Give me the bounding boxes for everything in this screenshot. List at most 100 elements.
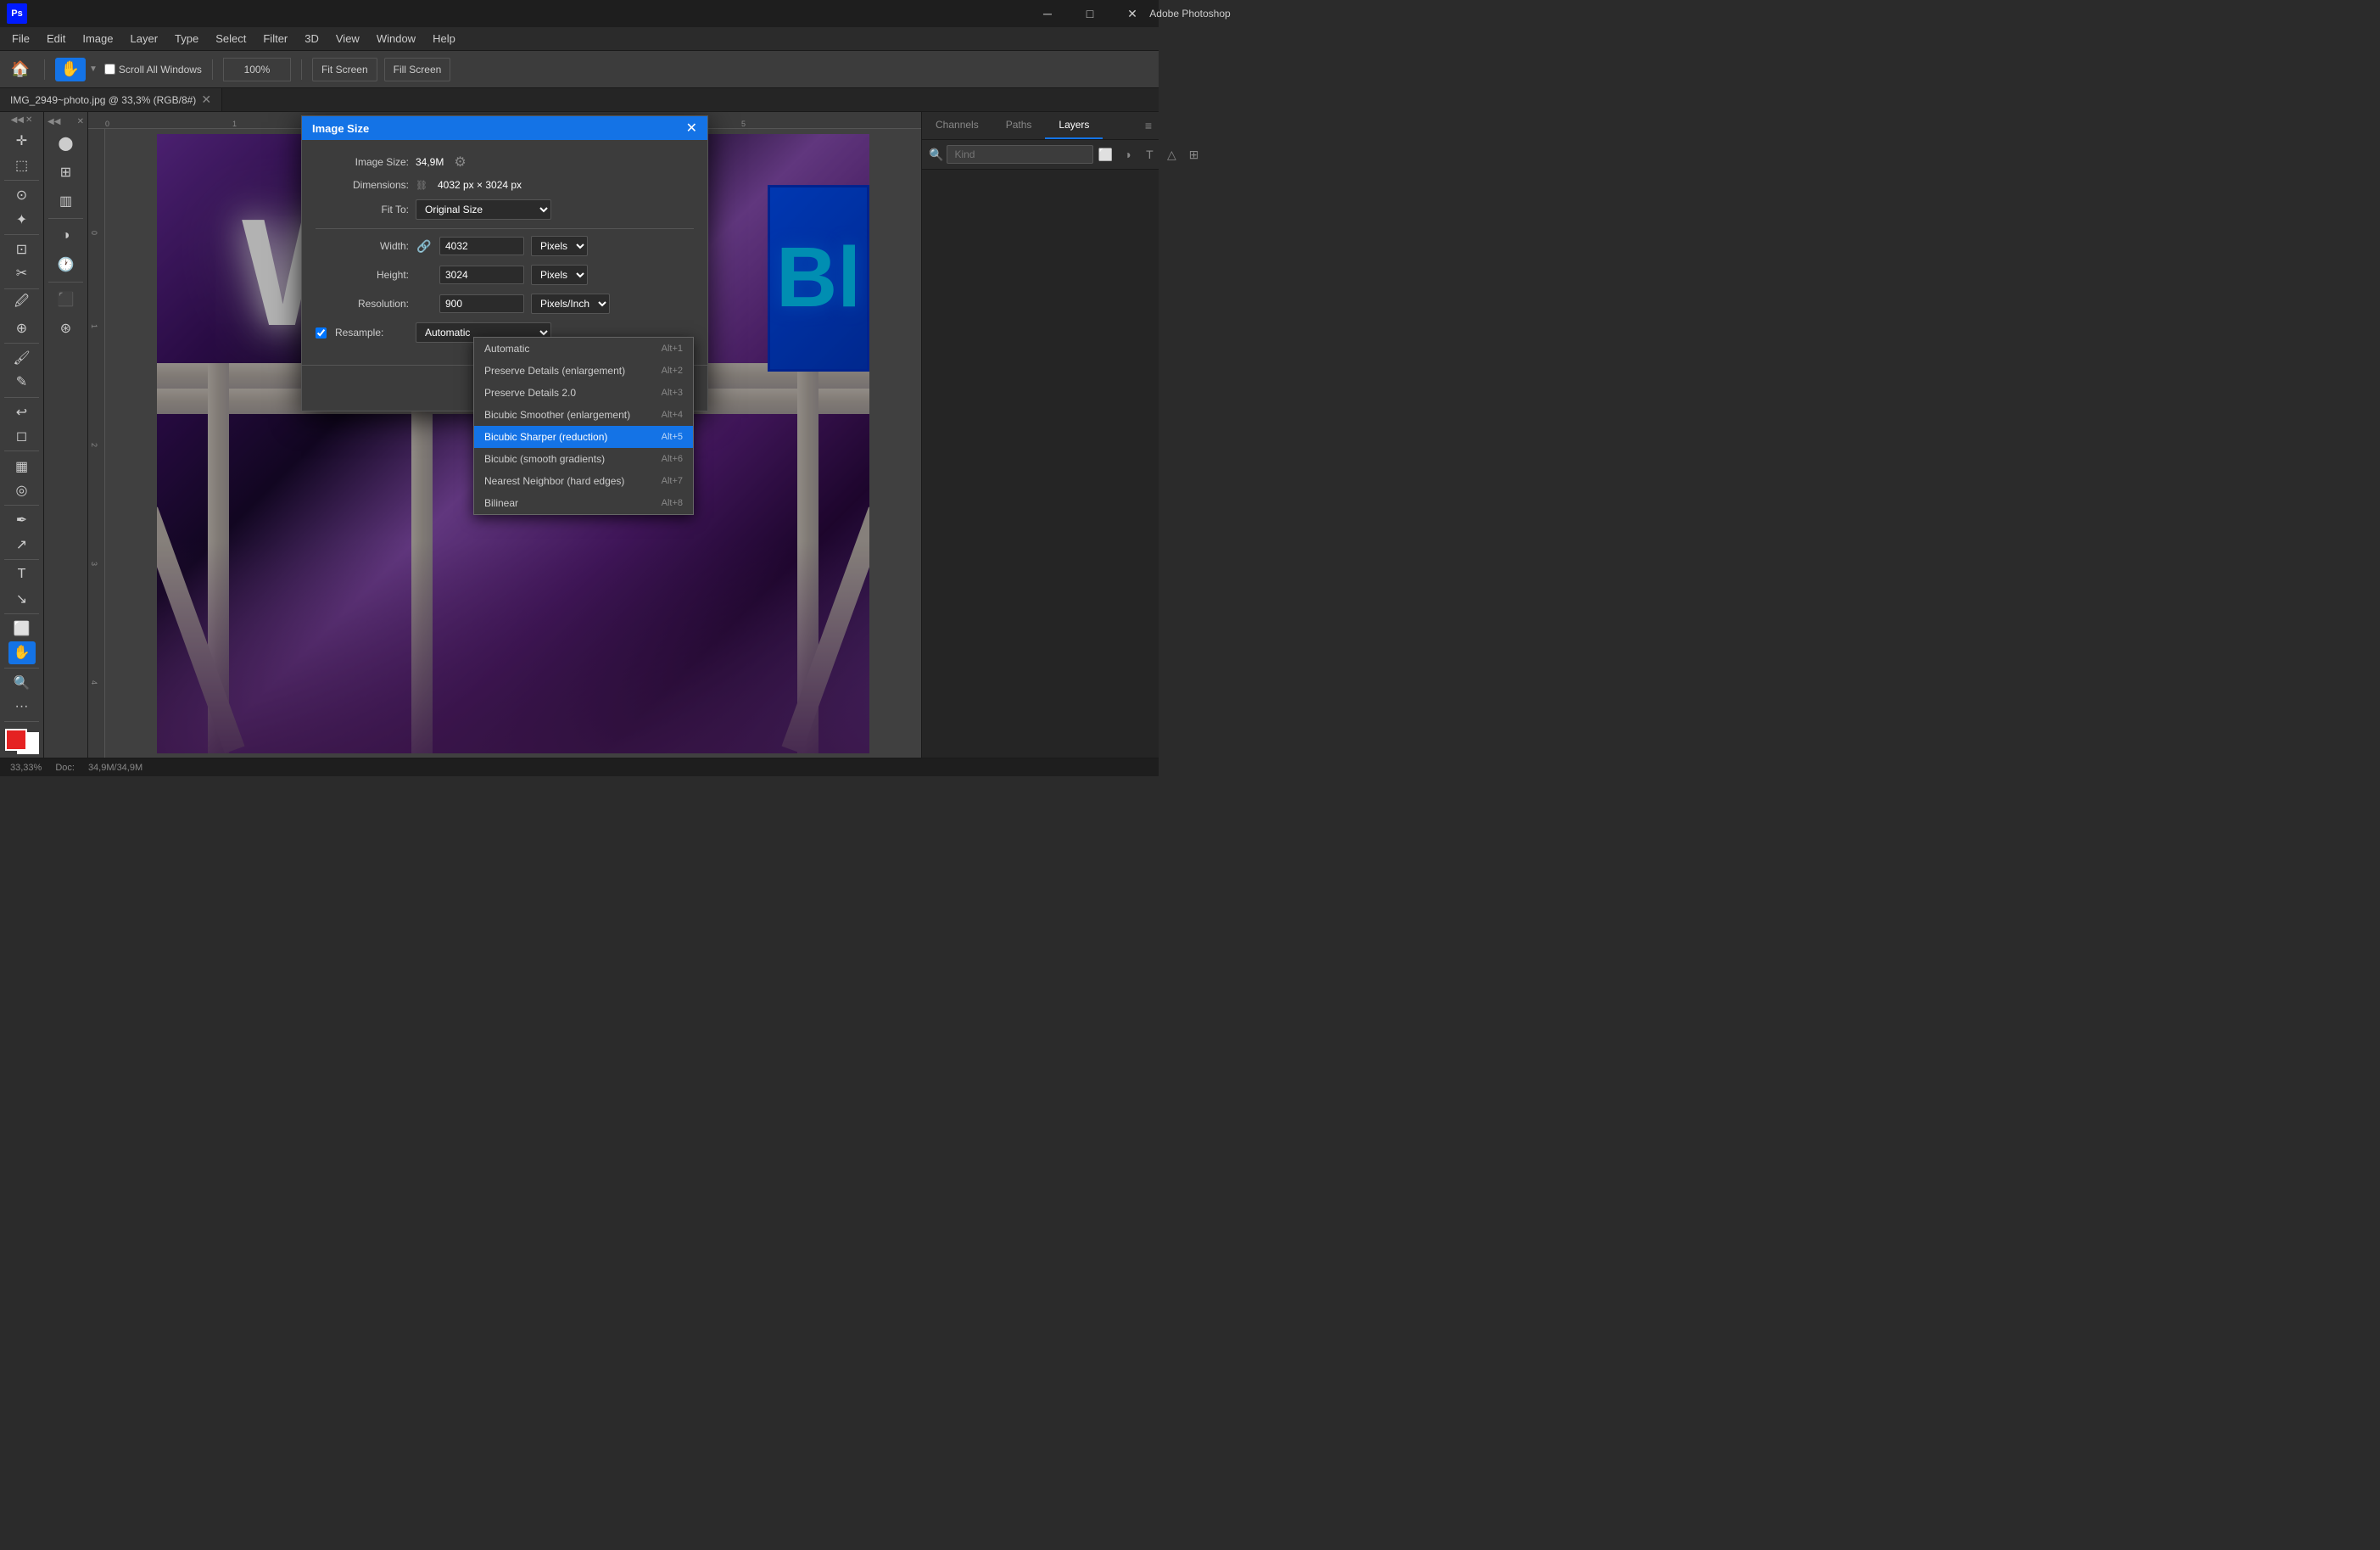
lasso-tool-btn[interactable]: ⊙ — [8, 184, 36, 206]
swatches-btn[interactable]: ⊞ — [53, 159, 80, 186]
adjustments-btn[interactable]: ◑ — [53, 222, 80, 249]
ruler-v-mark-3: 3 — [90, 562, 98, 566]
direct-selection-btn[interactable]: ↘ — [8, 587, 36, 609]
home-button[interactable]: 🏠 — [7, 56, 34, 83]
dd-item-bicubic-smooth[interactable]: Bicubic (smooth gradients) Alt+6 — [474, 448, 693, 470]
resample-checkbox[interactable] — [316, 327, 327, 339]
foreground-color-swatch[interactable] — [5, 729, 27, 751]
fill-screen-button[interactable]: Fill Screen — [384, 58, 451, 81]
zoom-input[interactable] — [223, 58, 291, 81]
smart-filter-icon[interactable]: ⊞ — [1185, 146, 1202, 163]
menu-item-filter[interactable]: Filter — [254, 29, 296, 48]
link-icon[interactable]: 🔗 — [416, 238, 433, 255]
canvas-area[interactable]: 0 1 2 3 4 5 0 1 2 3 4 — [88, 112, 921, 758]
menu-item-file[interactable]: File — [3, 29, 38, 48]
dd-label-bicubic-smooth: Bicubic (smooth gradients) — [484, 453, 605, 465]
eyedropper-btn[interactable]: 🖉 — [8, 292, 36, 315]
zoom-tool-btn[interactable]: 🔍 — [8, 671, 36, 693]
scroll-all-windows-label[interactable]: Scroll All Windows — [104, 64, 202, 76]
menu-item-image[interactable]: Image — [74, 29, 121, 48]
dd-label-bicubic-sharper: Bicubic Sharper (reduction) — [484, 431, 607, 443]
fit-screen-button[interactable]: Fit Screen — [312, 58, 377, 81]
maximize-button[interactable]: □ — [1070, 0, 1109, 27]
menu-item-layer[interactable]: Layer — [122, 29, 167, 48]
height-unit-select[interactable]: Pixels — [531, 265, 588, 285]
pen-tool-btn[interactable]: ✒ — [8, 509, 36, 531]
tool-separator-3 — [4, 288, 39, 289]
dd-item-nearest[interactable]: Nearest Neighbor (hard edges) Alt+7 — [474, 470, 693, 492]
ruler-mark-1: 1 — [232, 120, 237, 128]
toolbox-collapse: ◀◀ ✕ — [11, 115, 33, 125]
tab-paths[interactable]: Paths — [992, 112, 1046, 139]
dd-item-preserve1[interactable]: Preserve Details (enlargement) Alt+2 — [474, 360, 693, 382]
color-picker-secondary-btn[interactable]: ⬤ — [53, 130, 80, 157]
dd-item-bicubic-smoother[interactable]: Bicubic Smoother (enlargement) Alt+4 — [474, 404, 693, 426]
libraries-btn[interactable]: ⊛ — [53, 315, 80, 342]
extra-tools-btn[interactable]: ··· — [8, 696, 36, 718]
width-unit-select[interactable]: Pixels — [531, 236, 588, 256]
marquee-tool-btn[interactable]: ⬚ — [8, 154, 36, 176]
shape-tool-btn[interactable]: ⬜ — [8, 618, 36, 640]
menu-item-3d[interactable]: 3D — [296, 29, 327, 48]
document-tab[interactable]: IMG_2949~photo.jpg @ 33,3% (RGB/8#) ✕ — [0, 88, 222, 111]
text-tool-btn[interactable]: T — [8, 563, 36, 585]
secondary-panel-collapse-icon[interactable]: ◀◀ — [47, 117, 60, 126]
pixel-filter-icon[interactable]: ⬜ — [1097, 146, 1114, 163]
height-input[interactable] — [439, 266, 524, 284]
menu-item-view[interactable]: View — [327, 29, 368, 48]
hand-toolbox-btn[interactable]: ✋ — [8, 641, 36, 663]
dd-item-bilinear[interactable]: Bilinear Alt+8 — [474, 492, 693, 514]
close-button[interactable]: ✕ — [1113, 0, 1152, 27]
magic-wand-btn[interactable]: ✦ — [8, 208, 36, 230]
dd-item-bicubic-sharper[interactable]: Bicubic Sharper (reduction) Alt+5 — [474, 426, 693, 448]
path-selection-btn[interactable]: ↗ — [8, 534, 36, 556]
menu-item-window[interactable]: Window — [368, 29, 424, 48]
width-input[interactable] — [439, 237, 524, 255]
hand-tool-btn[interactable]: ✋ — [55, 58, 86, 81]
scroll-all-windows-checkbox[interactable] — [104, 64, 115, 75]
crop-tool-btn[interactable]: ⊡ — [8, 238, 36, 260]
modal-close-button[interactable]: ✕ — [686, 120, 697, 137]
slice-tool-btn[interactable]: ✂ — [8, 262, 36, 284]
artboards-btn[interactable]: ⬛ — [53, 286, 80, 313]
move-tool-btn[interactable]: ✛ — [8, 130, 36, 152]
healing-brush-btn[interactable]: ⊕ — [8, 316, 36, 339]
brush-tool-btn[interactable]: 🖌 — [8, 347, 36, 369]
blur-btn[interactable]: ◎ — [8, 479, 36, 501]
resolution-input[interactable] — [439, 294, 524, 313]
text-filter-icon[interactable]: T — [1141, 146, 1158, 163]
menu-item-edit[interactable]: Edit — [38, 29, 74, 48]
height-label: Height: — [316, 269, 409, 281]
dd-item-preserve2[interactable]: Preserve Details 2.0 Alt+3 — [474, 382, 693, 404]
fit-to-select[interactable]: Original Size — [416, 199, 551, 220]
adjustment-filter-icon[interactable]: ◑ — [1119, 146, 1136, 163]
history-btn[interactable]: 🕐 — [53, 251, 80, 278]
tool-dropdown-arrow[interactable]: ▼ — [89, 64, 98, 74]
gradient-btn[interactable]: ▦ — [8, 455, 36, 477]
clone-stamp-btn[interactable]: ✎ — [8, 371, 36, 393]
menu-item-help[interactable]: Help — [424, 29, 464, 48]
close-toolbox-icon[interactable]: ✕ — [25, 115, 32, 125]
gradients-btn[interactable]: ▥ — [53, 187, 80, 215]
secondary-panel-close-icon[interactable]: ✕ — [77, 117, 84, 126]
modal-titlebar[interactable]: Image Size ✕ — [302, 116, 707, 140]
title-bar-left: Ps — [7, 3, 27, 24]
eraser-btn[interactable]: ◻ — [8, 425, 36, 447]
kind-search-input[interactable] — [947, 145, 1093, 164]
minimize-button[interactable]: ─ — [1028, 0, 1067, 27]
collapse-left-icon[interactable]: ◀◀ — [11, 115, 24, 125]
gear-button[interactable]: ⚙ — [450, 154, 469, 171]
tab-close-icon[interactable]: ✕ — [201, 92, 211, 107]
secondary-panel: ◀◀ ✕ ⬤ ⊞ ▥ ◑ 🕐 ⬛ ⊛ — [44, 112, 88, 758]
history-brush-btn[interactable]: ↩ — [8, 401, 36, 423]
shape-filter-icon[interactable]: △ — [1163, 146, 1180, 163]
modal-body: Image Size: 34,9M ⚙ Dimensions: ⛓ 4032 p… — [302, 140, 707, 365]
dd-item-automatic[interactable]: Automatic Alt+1 — [474, 338, 693, 360]
panel-menu-icon[interactable]: ≡ — [1138, 112, 1159, 139]
menu-item-type[interactable]: Type — [166, 29, 207, 48]
tab-channels[interactable]: Channels — [922, 112, 992, 139]
dd-shortcut-preserve2: Alt+3 — [662, 388, 683, 398]
tab-layers[interactable]: Layers — [1045, 112, 1103, 139]
resolution-unit-select[interactable]: Pixels/Inch — [531, 294, 610, 314]
menu-item-select[interactable]: Select — [207, 29, 254, 48]
